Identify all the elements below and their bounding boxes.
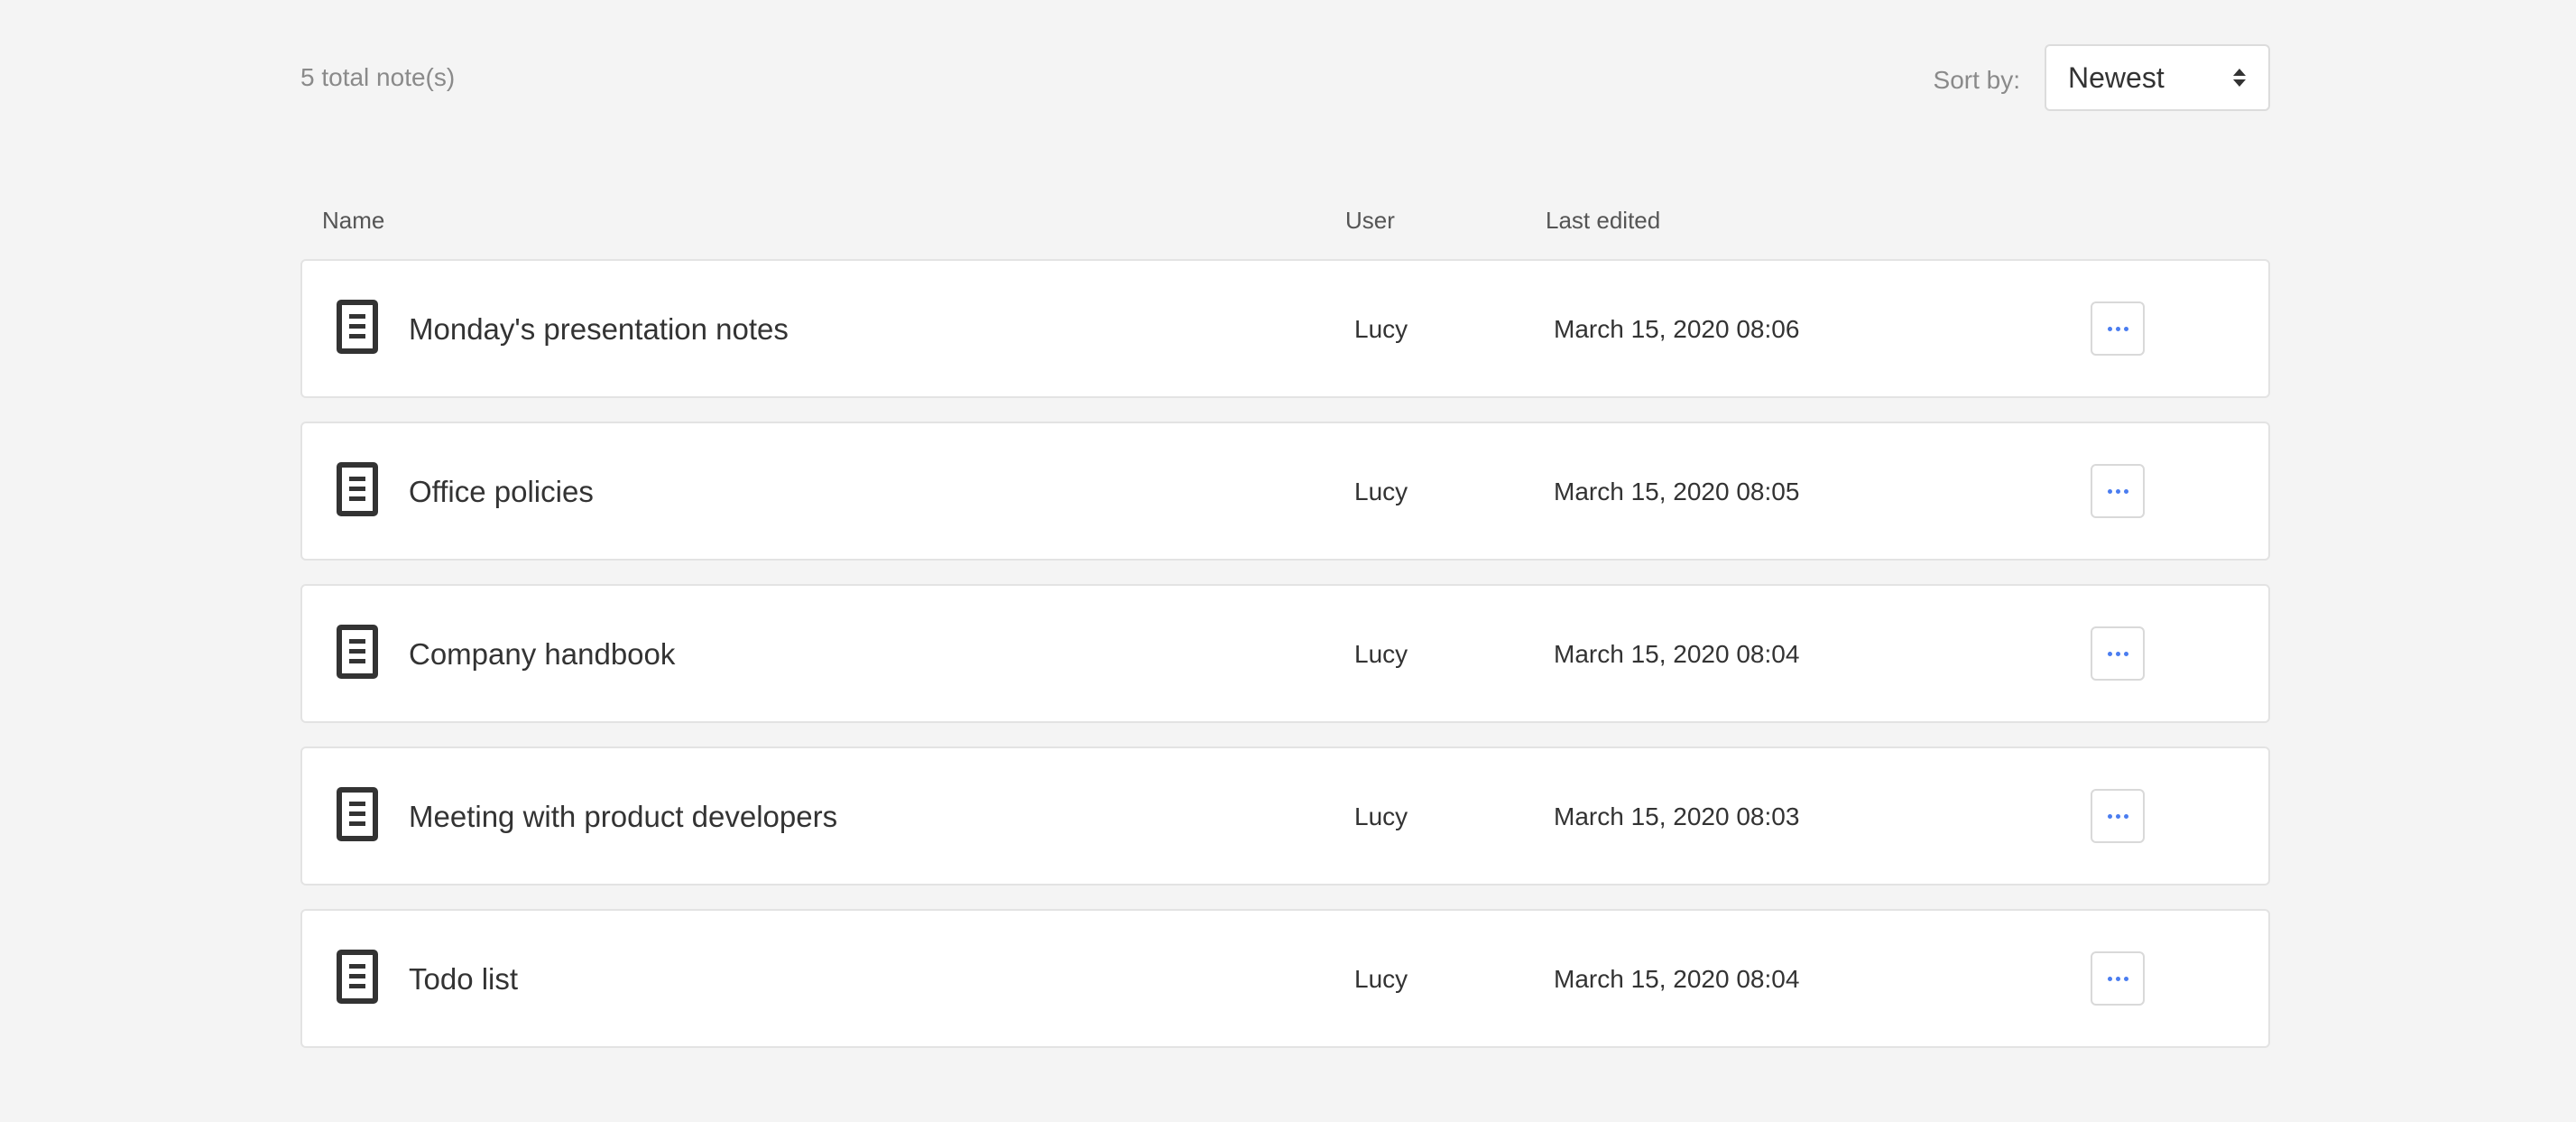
notes-page: 5 total note(s) Sort by: Newest Name Use… — [0, 0, 2576, 1122]
document-icon — [337, 950, 378, 1004]
note-row[interactable]: Monday's presentation notes Lucy March 1… — [300, 259, 2270, 398]
note-last-edited: March 15, 2020 08:05 — [1554, 478, 1800, 505]
note-user: Lucy — [1354, 315, 1408, 343]
note-user: Lucy — [1354, 478, 1408, 505]
sort-selected-value: Newest — [2068, 60, 2165, 94]
note-row[interactable]: Meeting with product developers Lucy Mar… — [300, 746, 2270, 886]
more-options-button[interactable] — [2091, 951, 2145, 1006]
ellipsis-dot — [2115, 488, 2120, 494]
ellipsis-dot — [2115, 813, 2120, 819]
notes-list: Monday's presentation notes Lucy March 1… — [300, 259, 2270, 1048]
ellipsis-icon — [2107, 651, 2112, 656]
note-name[interactable]: Monday's presentation notes — [409, 312, 789, 347]
notes-container: 5 total note(s) Sort by: Newest Name Use… — [300, 0, 2270, 1071]
ellipsis-dot — [2123, 813, 2128, 819]
ellipsis-dot — [2123, 651, 2128, 656]
sort-label: Sort by: — [1933, 66, 2020, 94]
note-last-edited: March 15, 2020 08:04 — [1554, 640, 1800, 668]
ellipsis-dot — [2115, 326, 2120, 331]
ellipsis-icon — [2107, 488, 2112, 494]
note-name[interactable]: Meeting with product developers — [409, 800, 837, 834]
note-last-edited: March 15, 2020 08:03 — [1554, 802, 1800, 830]
note-name[interactable]: Office policies — [409, 475, 594, 509]
more-options-button[interactable] — [2091, 301, 2145, 356]
note-row[interactable]: Company handbook Lucy March 15, 2020 08:… — [300, 584, 2270, 723]
column-header-name: Name — [322, 207, 385, 234]
ellipsis-icon — [2107, 326, 2112, 331]
ellipsis-dot — [2115, 976, 2120, 981]
column-header-user: User — [1345, 207, 1395, 234]
note-last-edited: March 15, 2020 08:04 — [1554, 965, 1800, 993]
note-user: Lucy — [1354, 640, 1408, 668]
total-notes-count: 5 total note(s) — [300, 63, 456, 91]
more-options-button[interactable] — [2091, 464, 2145, 518]
more-options-button[interactable] — [2091, 626, 2145, 681]
note-user: Lucy — [1354, 802, 1408, 830]
document-icon — [337, 300, 378, 354]
sort-select[interactable]: Newest — [2045, 44, 2270, 111]
ellipsis-dot — [2123, 326, 2128, 331]
note-name[interactable]: Todo list — [409, 962, 518, 997]
column-header-last-edited: Last edited — [1546, 207, 1661, 234]
note-name[interactable]: Company handbook — [409, 637, 675, 672]
note-row[interactable]: Todo list Lucy March 15, 2020 08:04 — [300, 909, 2270, 1048]
ellipsis-dot — [2115, 651, 2120, 656]
ellipsis-dot — [2123, 488, 2128, 494]
note-last-edited: March 15, 2020 08:06 — [1554, 315, 1800, 343]
sort-arrows-icon — [2233, 69, 2246, 87]
ellipsis-icon — [2107, 813, 2112, 819]
ellipsis-dot — [2123, 976, 2128, 981]
ellipsis-icon — [2107, 976, 2112, 981]
document-icon — [337, 787, 378, 841]
document-icon — [337, 625, 378, 679]
note-row[interactable]: Office policies Lucy March 15, 2020 08:0… — [300, 422, 2270, 561]
document-icon — [337, 462, 378, 516]
more-options-button[interactable] — [2091, 789, 2145, 843]
table-header: Name User Last edited — [300, 158, 2270, 259]
toolbar: 5 total note(s) Sort by: Newest — [300, 0, 2270, 158]
note-user: Lucy — [1354, 965, 1408, 993]
